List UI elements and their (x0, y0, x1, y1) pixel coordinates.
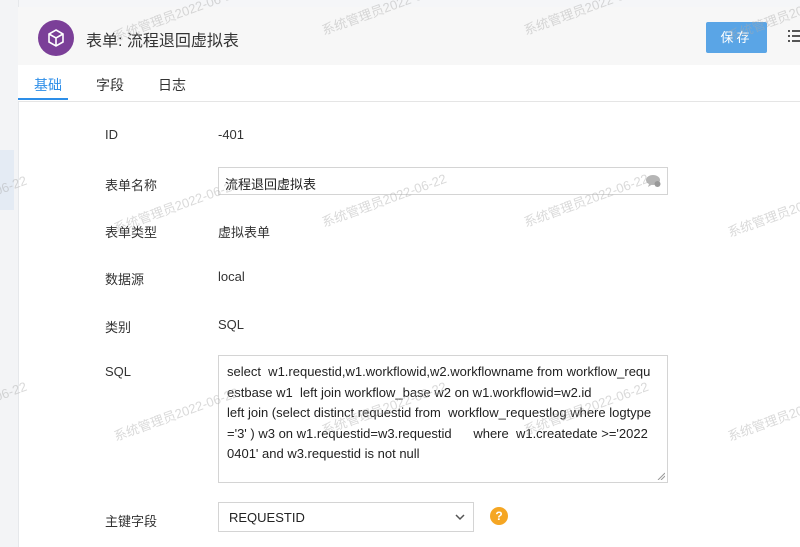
active-tab-indicator (18, 98, 68, 100)
cube-icon (38, 20, 74, 56)
tab-basic[interactable]: 基础 (34, 75, 62, 95)
form-name-label: 表单名称 (105, 178, 158, 193)
tab-log[interactable]: 日志 (158, 75, 186, 95)
id-label: ID (105, 127, 118, 142)
primary-key-label: 主键字段 (105, 514, 158, 529)
sql-label: SQL (105, 364, 132, 379)
datasource-label: 数据源 (105, 272, 145, 287)
sidebar-active-marker (0, 150, 14, 210)
chat-bubble-icon[interactable] (645, 174, 661, 188)
page-title: 表单: 流程退回虚拟表 (86, 33, 239, 50)
left-sidebar-strip (0, 0, 19, 547)
form-type-label: 表单类型 (105, 225, 158, 240)
chevron-down-icon (455, 514, 465, 521)
watermark: 系统管理员2022-06-22 (725, 180, 800, 240)
tab-fields[interactable]: 字段 (96, 75, 124, 95)
sql-textarea[interactable]: select w1.requestid,w1.workflowid,w2.wor… (218, 355, 668, 483)
primary-key-select[interactable]: REQUESTID (218, 502, 474, 532)
list-menu-icon[interactable] (788, 29, 800, 43)
sql-text: select w1.requestid,w1.workflowid,w2.wor… (227, 364, 652, 461)
header-bar: 表单: 流程退回虚拟表 保存 (18, 7, 800, 65)
category-label: 类别 (105, 320, 132, 335)
question-icon[interactable]: ? (490, 507, 508, 525)
form-name-value: 流程退回虚拟表 (225, 177, 317, 192)
save-button[interactable]: 保存 (706, 22, 767, 53)
watermark: 系统管理员2022-06-22 (725, 384, 800, 444)
form-type-value: 虚拟表单 (218, 225, 271, 240)
top-border (0, 0, 800, 7)
id-value: -401 (218, 127, 245, 142)
resize-grip-icon[interactable] (657, 472, 665, 480)
datasource-value: local (218, 269, 245, 284)
tab-bar: 基础 字段 日志 (18, 65, 800, 102)
category-value: SQL (218, 317, 245, 332)
primary-key-value: REQUESTID (229, 510, 305, 525)
form-name-field[interactable]: 流程退回虚拟表 (218, 167, 668, 195)
